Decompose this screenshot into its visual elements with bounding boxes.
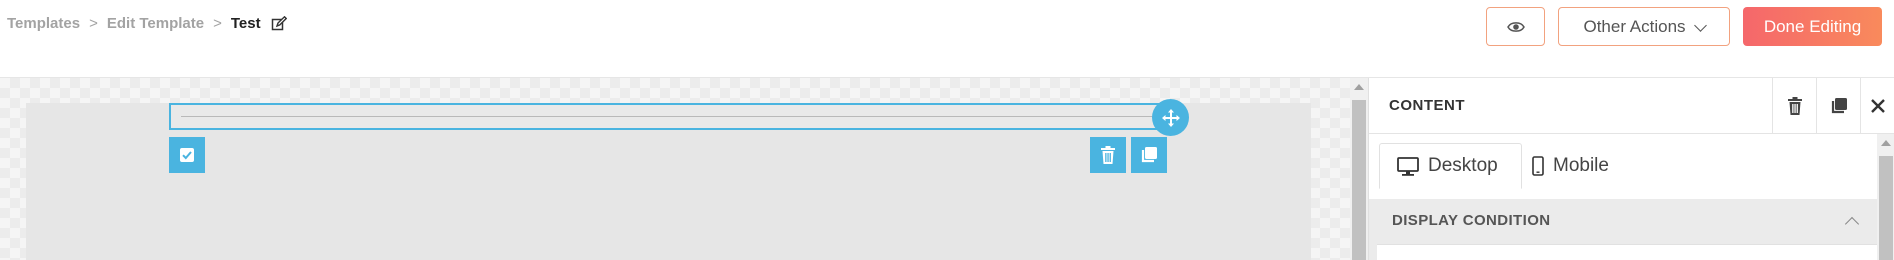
section-title: DISPLAY CONDITION (1392, 212, 1551, 229)
duplicate-icon (1141, 147, 1157, 163)
scroll-thumb[interactable] (1352, 100, 1366, 260)
duplicate-icon (1831, 98, 1847, 114)
tab-desktop-label: Desktop (1428, 155, 1498, 176)
scroll-up-arrow[interactable] (1354, 84, 1364, 90)
chevron-down-icon (1693, 18, 1707, 32)
trash-icon (1101, 146, 1115, 164)
trash-icon (1787, 97, 1802, 115)
done-editing-button[interactable]: Done Editing (1743, 7, 1882, 46)
panel-title: CONTENT (1389, 97, 1465, 114)
display-condition-section-header[interactable]: DISPLAY CONDITION (1369, 199, 1877, 244)
duplicate-block-button[interactable] (1131, 137, 1167, 173)
breadcrumb: Templates > Edit Template > Test (7, 15, 287, 32)
desktop-icon (1397, 156, 1419, 176)
mobile-icon (1532, 156, 1544, 176)
delete-block-button[interactable] (1090, 137, 1126, 173)
breadcrumb-current: Test (230, 15, 261, 32)
check-icon (180, 148, 194, 162)
scroll-thumb[interactable] (1879, 156, 1893, 260)
tab-desktop[interactable]: Desktop (1379, 143, 1522, 189)
properties-panel: CONTENT Desktop Mobile DISPLAY CONDITION (1368, 78, 1894, 260)
top-bar: Templates > Edit Template > Test Other A… (0, 0, 1894, 78)
panel-header: CONTENT (1369, 78, 1894, 134)
breadcrumb-separator: > (89, 15, 98, 32)
preview-button[interactable] (1486, 7, 1545, 46)
scroll-up-arrow[interactable] (1881, 140, 1891, 146)
eye-icon (1506, 21, 1525, 32)
canvas-scrollbar[interactable] (1350, 78, 1368, 260)
edit-icon[interactable] (271, 15, 287, 32)
panel-delete-button[interactable] (1772, 78, 1816, 134)
divider-line (181, 116, 1159, 117)
panel-scrollbar[interactable] (1877, 134, 1894, 260)
breadcrumb-item-edit-template[interactable]: Edit Template (107, 15, 204, 32)
tab-mobile-label: Mobile (1553, 155, 1609, 176)
panel-duplicate-button[interactable] (1816, 78, 1860, 134)
other-actions-label: Other Actions (1583, 16, 1686, 36)
device-tabs: Desktop Mobile (1369, 134, 1877, 245)
breadcrumb-item-templates[interactable]: Templates (7, 15, 80, 32)
select-block-button[interactable] (169, 137, 205, 173)
move-icon[interactable] (1152, 99, 1189, 136)
section-body-edge (1369, 244, 1377, 260)
tabs-divider (1369, 244, 1877, 245)
panel-close-button[interactable] (1860, 78, 1894, 134)
chevron-up-icon[interactable] (1844, 216, 1860, 232)
tab-mobile[interactable]: Mobile (1532, 143, 1609, 189)
breadcrumb-separator: > (213, 15, 222, 32)
other-actions-button[interactable]: Other Actions (1558, 7, 1730, 46)
close-icon (1871, 99, 1885, 113)
selected-divider-block[interactable] (169, 103, 1171, 130)
